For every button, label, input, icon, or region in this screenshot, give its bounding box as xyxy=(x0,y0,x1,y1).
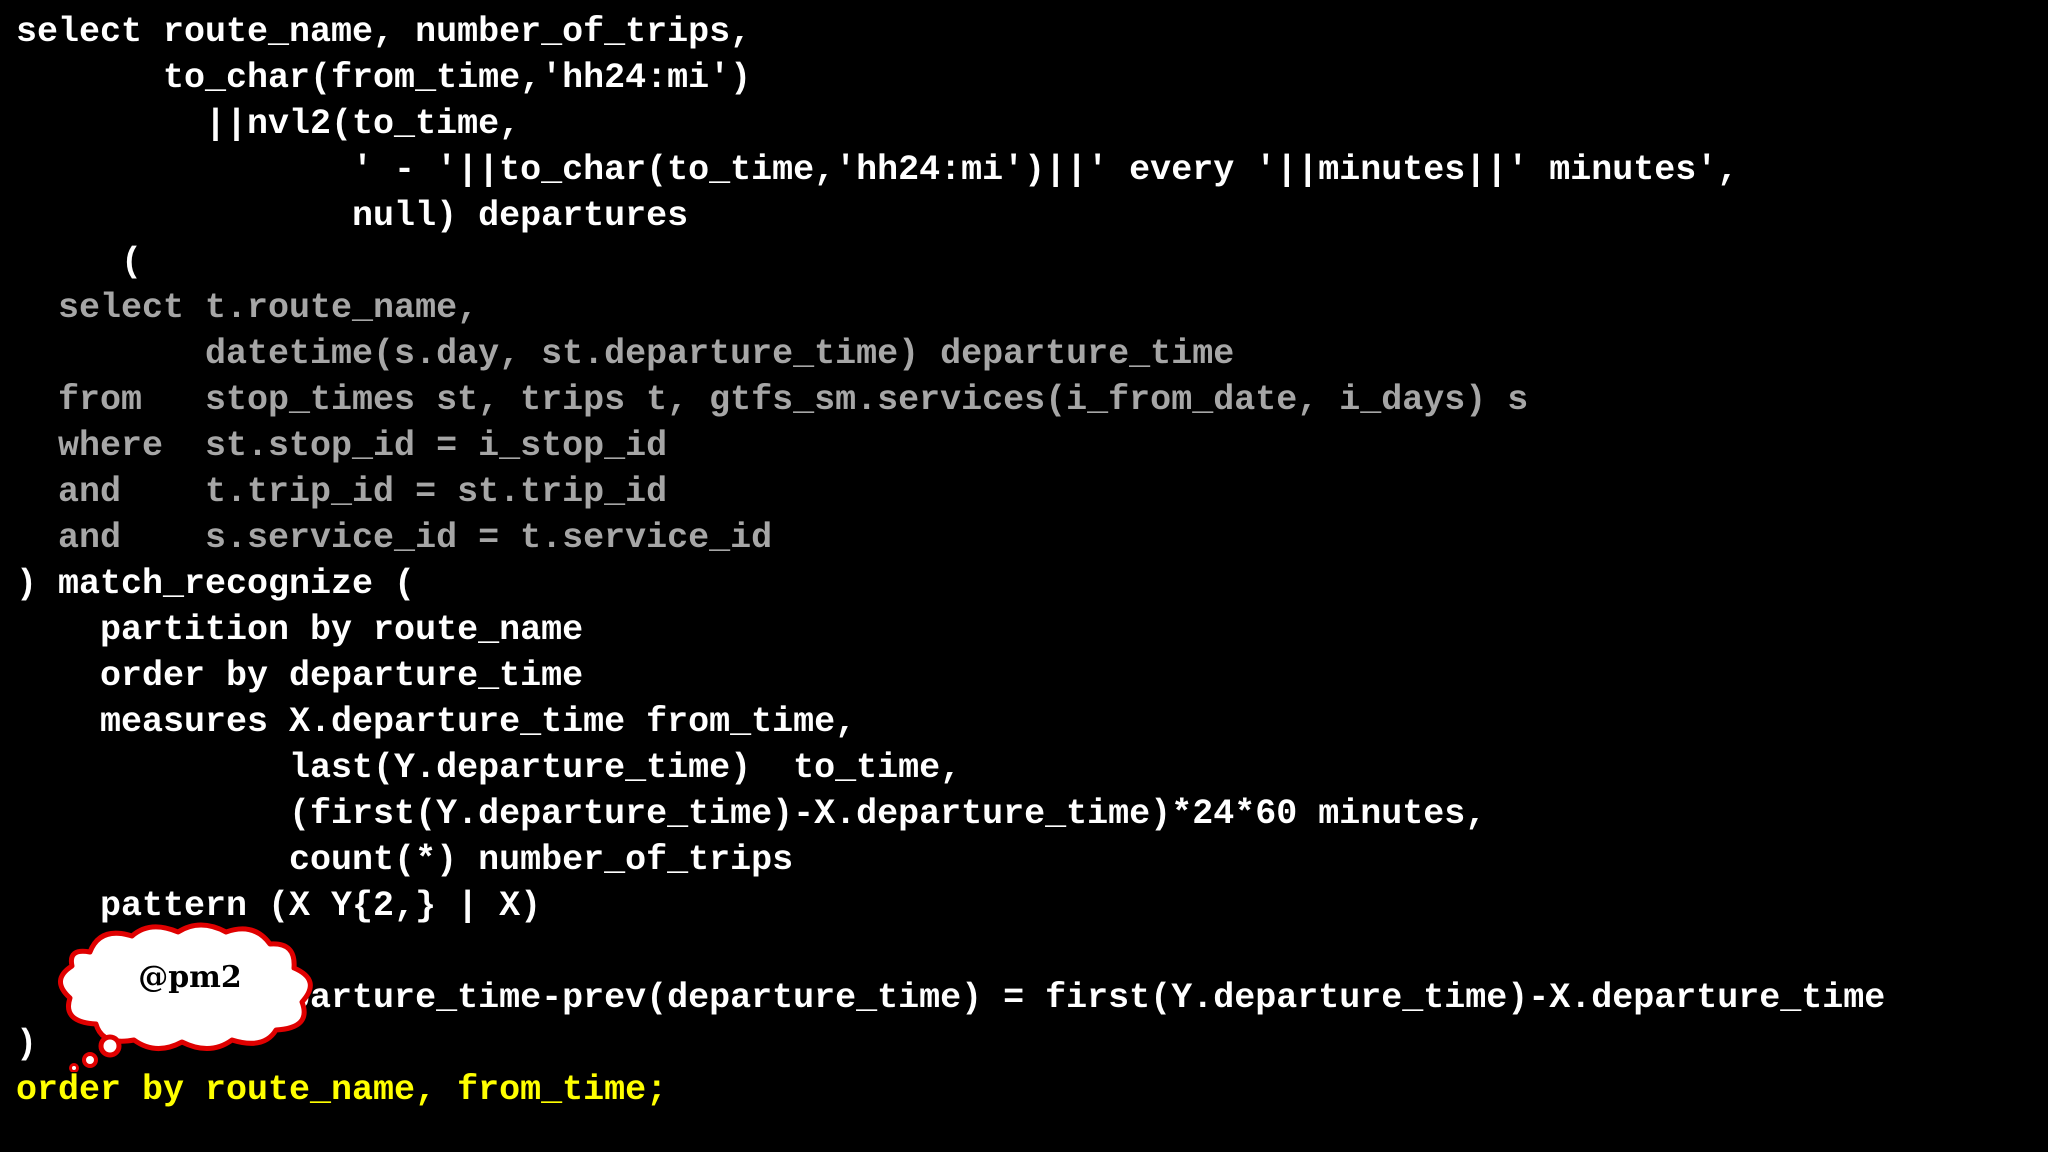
code-line-close-paren: ) xyxy=(16,1024,38,1064)
code-line-subquery-from: from stop_times st, trips t, gtfs_sm.ser… xyxy=(16,380,1529,420)
code-line-to-char: to_char(from_time,'hh24:mi') xyxy=(16,58,752,98)
code-line-measures: measures X.departure_time from_time, xyxy=(16,702,857,742)
code-line-null-departures: null) departures xyxy=(16,196,689,236)
code-line-subquery-datetime: datetime(s.day, st.departure_time) depar… xyxy=(16,334,1235,374)
code-line-select: select route_name, number_of_trips, xyxy=(16,12,752,52)
thought-bubble-callout: @pm2 xyxy=(50,922,330,1072)
code-line-order-by: order by departure_time xyxy=(16,656,584,696)
code-line-final-order-by: order by route_name, from_time; xyxy=(16,1070,668,1110)
code-line-match-recognize: ) match_recognize ( xyxy=(16,564,416,604)
code-line-subquery-select: select t.route_name, xyxy=(16,288,479,328)
code-line-subquery-and-service: and s.service_id = t.service_id xyxy=(16,518,773,558)
code-line-open-paren: ( xyxy=(16,242,143,282)
callout-label: @pm2 xyxy=(138,960,242,995)
code-line-every-minutes: ' - '||to_char(to_time,'hh24:mi')||' eve… xyxy=(16,150,1739,190)
code-line-nvl2: ||nvl2(to_time, xyxy=(16,104,521,144)
code-line-last: last(Y.departure_time) to_time, xyxy=(16,748,962,788)
code-line-partition-by: partition by route_name xyxy=(16,610,584,650)
code-line-subquery-where: where st.stop_id = i_stop_id xyxy=(16,426,668,466)
code-line-count: count(*) number_of_trips xyxy=(16,840,794,880)
thought-bubble-shape xyxy=(58,922,313,1072)
code-line-first-minutes: (first(Y.departure_time)-X.departure_tim… xyxy=(16,794,1487,834)
code-line-subquery-and-trip: and t.trip_id = st.trip_id xyxy=(16,472,668,512)
